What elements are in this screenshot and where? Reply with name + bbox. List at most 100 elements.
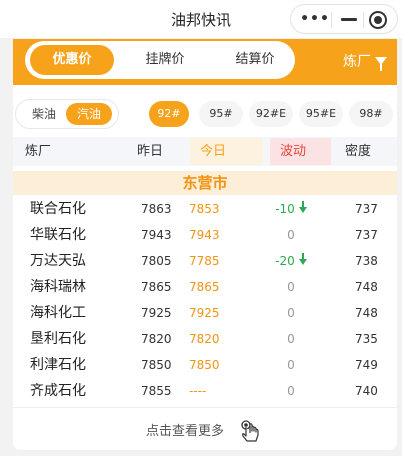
yesterday-price: 7855 [141, 378, 172, 404]
refinery-name-text: 垦利石化 [30, 331, 86, 347]
more-options-icon[interactable]: ••• [299, 9, 331, 29]
load-more-button[interactable]: 点击查看更多 [13, 407, 397, 450]
price-change-text: -20 [275, 254, 295, 268]
yesterday-price: 7805 [141, 248, 172, 274]
refinery-name: 垦利石化 [30, 326, 86, 352]
today-price-text: 7850 [189, 358, 220, 372]
today-price: 7820 [189, 326, 220, 352]
density-value-text: 737 [355, 228, 378, 242]
price-change: -20 [261, 248, 321, 274]
density-value-text: 749 [355, 358, 378, 372]
capsule-divider [363, 12, 364, 28]
yesterday-price-text: 7820 [141, 332, 172, 346]
price-change-text: 0 [287, 280, 295, 294]
refinery-name-text: 海科瑞林 [30, 279, 86, 295]
fuel-filters: 柴油 汽油 92# 95# 92#E 95#E 98# [13, 91, 397, 137]
price-change: 0 [261, 352, 321, 378]
refinery-name: 海科瑞林 [30, 274, 86, 300]
tab-settlement-price[interactable]: 结算价 [215, 41, 295, 79]
density-value: 749 [355, 352, 378, 378]
today-price-text: 7785 [189, 254, 220, 268]
yesterday-price-text: 7925 [141, 306, 172, 320]
density-value: 737 [355, 196, 378, 222]
price-change: -10 [261, 196, 321, 222]
today-price-text: 7943 [189, 228, 220, 242]
density-value: 738 [355, 248, 378, 274]
refinery-filter-button[interactable]: 炼厂 [343, 51, 387, 71]
refinery-name-text: 华联石化 [30, 227, 86, 243]
density-value: 748 [355, 274, 378, 300]
yesterday-price: 7865 [141, 274, 172, 300]
region-header: 东营市 [13, 171, 397, 195]
price-change: 0 [261, 326, 321, 352]
yesterday-price: 7943 [141, 222, 172, 248]
column-refinery: 炼厂 [25, 144, 52, 159]
price-change-text: 0 [287, 306, 295, 320]
tab-listed-price[interactable]: 挂牌价 [125, 41, 205, 79]
close-target-icon[interactable] [369, 11, 387, 29]
grade-92[interactable]: 92# [149, 101, 189, 127]
tab-discount-price[interactable]: 优惠价 [30, 45, 114, 75]
refinery-name: 华联石化 [30, 222, 86, 248]
refinery-name-text: 万达天弘 [30, 253, 86, 269]
mini-program-capsule: ••• [290, 4, 398, 34]
fuel-type-toggle: 柴油 汽油 [15, 99, 119, 129]
today-price-text: 7865 [189, 280, 220, 294]
price-change-text: 0 [287, 228, 295, 242]
grade-95e[interactable]: 95#E [299, 101, 343, 127]
today-price: 7785 [189, 248, 220, 274]
price-card: 优惠价 挂牌价 结算价 炼厂 柴油 汽油 92# 95# 92#E 95#E 9… [13, 39, 397, 450]
table-row[interactable]: 华联石化 7943 7943 0 737 [13, 222, 397, 248]
table-row[interactable]: 万达天弘 7805 7785 -20 738 [13, 248, 397, 274]
fuel-option-diesel[interactable]: 柴油 [22, 103, 66, 125]
yesterday-price: 7925 [141, 300, 172, 326]
price-change: 0 [261, 274, 321, 300]
table-row[interactable]: 垦利石化 7820 7820 0 735 [13, 326, 397, 352]
today-price-text: ---- [189, 384, 207, 398]
capsule-divider [331, 12, 332, 28]
arrow-down-icon [298, 201, 307, 213]
yesterday-price-text: 7805 [141, 254, 172, 268]
refinery-name: 万达天弘 [30, 248, 86, 274]
yesterday-price-text: 7863 [141, 202, 172, 216]
fuel-option-gasoline[interactable]: 汽油 [66, 103, 112, 125]
density-value: 735 [355, 326, 378, 352]
price-change-text: 0 [287, 384, 295, 398]
refinery-name-text: 海科化工 [30, 305, 86, 321]
table-row[interactable]: 齐成石化 7855 ---- 0 740 [13, 378, 397, 404]
arrow-down-icon [298, 253, 307, 265]
refinery-name: 海科化工 [30, 300, 86, 326]
table-row[interactable]: 海科瑞林 7865 7865 0 748 [13, 274, 397, 300]
price-type-bar: 优惠价 挂牌价 结算价 炼厂 [13, 39, 397, 85]
price-change: 0 [261, 222, 321, 248]
yesterday-price: 7850 [141, 352, 172, 378]
price-change-text: 0 [287, 358, 295, 372]
today-price-text: 7820 [189, 332, 220, 346]
table-row[interactable]: 海科化工 7925 7925 0 748 [13, 300, 397, 326]
table-row[interactable]: 利津石化 7850 7850 0 749 [13, 352, 397, 378]
price-change-text: -10 [275, 202, 295, 216]
density-value: 748 [355, 300, 378, 326]
title-bar: 油邦快讯 ••• [0, 0, 402, 38]
grade-98[interactable]: 98# [349, 101, 393, 127]
minimize-icon[interactable] [341, 18, 357, 21]
grade-95[interactable]: 95# [199, 101, 243, 127]
table-row[interactable]: 联合石化 7863 7853 -10 737 [13, 196, 397, 222]
table-header: 炼厂 昨日 今日 波动 密度 [13, 137, 397, 166]
today-price: 7865 [189, 274, 220, 300]
density-value-text: 740 [355, 384, 378, 398]
column-today: 今日 [190, 138, 263, 165]
refinery-name-text: 齐成石化 [30, 383, 86, 399]
yesterday-price-text: 7850 [141, 358, 172, 372]
yesterday-price: 7863 [141, 196, 172, 222]
hand-pointer-icon [241, 420, 259, 442]
yesterday-price: 7820 [141, 326, 172, 352]
price-type-tabs: 优惠价 挂牌价 结算价 [25, 41, 295, 79]
price-change: 0 [261, 300, 321, 326]
today-price: ---- [189, 378, 206, 404]
column-yesterday: 昨日 [137, 144, 164, 159]
yesterday-price-text: 7943 [141, 228, 172, 242]
density-value-text: 735 [355, 332, 378, 346]
today-price: 7943 [189, 222, 220, 248]
grade-92e[interactable]: 92#E [249, 101, 293, 127]
